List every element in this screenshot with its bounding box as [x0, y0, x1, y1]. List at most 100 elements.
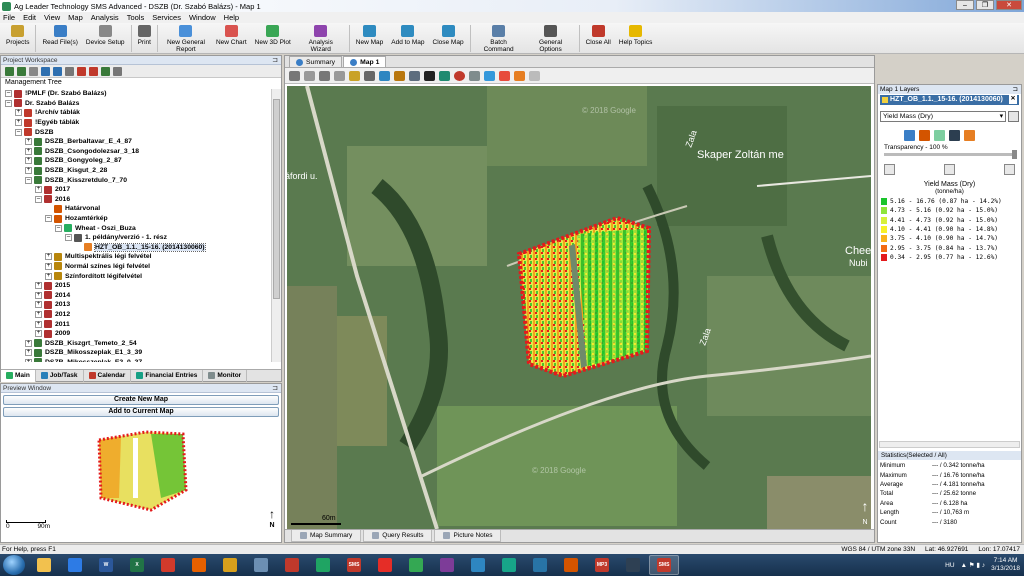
taskbar-app[interactable]: [432, 555, 462, 575]
transparency-slider[interactable]: [884, 150, 1017, 159]
expand-icon[interactable]: +: [45, 262, 52, 270]
menu-item-tools[interactable]: Tools: [127, 13, 145, 22]
record-icon[interactable]: [454, 70, 465, 81]
taskbar-app[interactable]: [29, 555, 59, 575]
expand-icon[interactable]: +: [25, 157, 32, 165]
refresh-icon[interactable]: [409, 70, 420, 81]
menu-item-view[interactable]: View: [44, 13, 60, 22]
tree-item[interactable]: – !PMLF (Dr. Szabó Balázs): [1, 89, 271, 99]
menu-item-edit[interactable]: Edit: [23, 13, 36, 22]
taskbar-app[interactable]: X: [122, 555, 152, 575]
layer-table-icon[interactable]: [944, 164, 955, 175]
menu-item-file[interactable]: File: [3, 13, 15, 22]
expand-icon[interactable]: +: [25, 339, 32, 347]
tree-item[interactable]: +2011: [1, 319, 271, 329]
add-farm-icon[interactable]: [89, 66, 98, 76]
tree-item[interactable]: – DSZB_Kisszretdulo_7_70: [1, 175, 271, 185]
tree-item[interactable]: + Színfordított légifelvétel: [1, 271, 271, 281]
pin-icon[interactable]: ⊐: [272, 56, 278, 65]
filter-icon[interactable]: [41, 66, 50, 76]
expand-icon[interactable]: +: [35, 301, 42, 309]
page-icon[interactable]: [529, 70, 540, 81]
tree-item[interactable]: – 2016: [1, 195, 271, 205]
device-setup-button[interactable]: Device Setup: [82, 23, 129, 46]
new-general-report-button[interactable]: New General Report: [160, 23, 212, 53]
scrollbar-thumb[interactable]: [273, 99, 280, 299]
expand-icon[interactable]: +: [15, 109, 22, 117]
projects-button[interactable]: Projects: [2, 23, 33, 46]
tree-item[interactable]: – Wheat - Oszi_Buza: [1, 223, 271, 233]
tree-item[interactable]: + DSZB_Mikosszeplak_E2_0_27: [1, 358, 271, 362]
minimize-button[interactable]: –: [956, 0, 974, 10]
taskbar-app[interactable]: [494, 555, 524, 575]
doc-tab-summary[interactable]: Summary: [289, 56, 343, 67]
measure-icon[interactable]: [364, 70, 375, 81]
layer-settings-icon[interactable]: [884, 164, 895, 175]
taskbar-app[interactable]: [215, 555, 245, 575]
start-button[interactable]: [3, 555, 25, 575]
tree-item[interactable]: – 1. példány/verzió - 1. rész: [1, 233, 271, 243]
slider-knob[interactable]: [1012, 150, 1017, 159]
collapse-icon[interactable]: [17, 66, 26, 76]
tree-item[interactable]: + DSZB_Csongodolezsar_3_18: [1, 147, 271, 157]
legend-scrollbar[interactable]: [879, 441, 1020, 448]
read-file-s--button[interactable]: Read File(s): [38, 23, 81, 46]
tree-item[interactable]: Határvonal: [1, 204, 271, 214]
add-field-icon[interactable]: [101, 66, 110, 76]
pin-icon[interactable]: ⊐: [1013, 85, 1018, 94]
taskbar-app[interactable]: SMS: [339, 555, 369, 575]
tree-item[interactable]: – Dr. Szabó Balázs: [1, 99, 271, 109]
pan-icon[interactable]: [349, 70, 360, 81]
layer-color-icon[interactable]: [919, 130, 930, 141]
taskbar-app[interactable]: [184, 555, 214, 575]
tab-map-summary[interactable]: Map Summary: [291, 530, 362, 542]
tree-item[interactable]: – Hozamtérkép: [1, 214, 271, 224]
expand-icon[interactable]: +: [35, 282, 42, 290]
doc-tab-map-1[interactable]: Map 1: [343, 56, 387, 67]
grid-icon[interactable]: [469, 70, 480, 81]
expand-icon[interactable]: +: [25, 147, 32, 155]
select-area-icon[interactable]: [304, 70, 315, 81]
collapse-icon[interactable]: –: [25, 176, 32, 184]
analysis-wizard-button[interactable]: Analysis Wizard: [295, 23, 347, 53]
maximize-button[interactable]: ❐: [976, 0, 994, 10]
tab-job-task[interactable]: Job/Task: [36, 369, 84, 382]
zoom-icon[interactable]: [334, 70, 345, 81]
taskbar-app[interactable]: [153, 555, 183, 575]
attribute-options-icon[interactable]: [1008, 111, 1019, 122]
layer-chart-icon[interactable]: [949, 130, 960, 141]
layer-name[interactable]: HZT_OB_1.1._15-16. (2014130060) ✕: [880, 95, 1019, 105]
expand-icon[interactable]: +: [25, 138, 32, 146]
taskbar-app[interactable]: [370, 555, 400, 575]
tree-item[interactable]: + DSZB_Kiszgrt_Temeto_2_54: [1, 338, 271, 348]
query-icon[interactable]: [484, 70, 495, 81]
globe-icon[interactable]: [439, 70, 450, 81]
tree-item[interactable]: +2012: [1, 310, 271, 320]
expand-icon[interactable]: +: [15, 119, 22, 127]
layer-pattern-icon[interactable]: [934, 130, 945, 141]
add-to-map-button[interactable]: Add to Map: [387, 23, 428, 46]
collapse-icon[interactable]: –: [55, 224, 62, 232]
filter-clear-icon[interactable]: [53, 66, 62, 76]
lasso-icon[interactable]: [319, 70, 330, 81]
satellite-map[interactable]: Skaper Zoltán me Zala Zala Chees Nubi áf…: [287, 86, 871, 529]
new-3d-plot-button[interactable]: New 3D Plot: [251, 23, 295, 46]
taskbar-app[interactable]: SMS: [649, 555, 679, 575]
tab-picture-notes[interactable]: Picture Notes: [434, 530, 502, 542]
expand-icon[interactable]: +: [35, 320, 42, 328]
tray-icons[interactable]: ▲ ⚑ ▮ ♪: [961, 561, 986, 569]
taskbar-app[interactable]: [277, 555, 307, 575]
taskbar-app[interactable]: [60, 555, 90, 575]
properties-icon[interactable]: [29, 66, 38, 76]
legend-row[interactable]: 2.95 - 3.75 (0.84 ha - 13.7%): [881, 243, 1021, 252]
expand-icon[interactable]: +: [45, 272, 52, 280]
tree-item[interactable]: +2013: [1, 300, 271, 310]
add-to-current-map-button[interactable]: Add to Current Map: [3, 407, 279, 417]
expand-icon[interactable]: +: [35, 310, 42, 318]
legend-row[interactable]: 4.10 - 4.41 (0.90 ha - 14.8%): [881, 225, 1021, 234]
collapse-icon[interactable]: –: [5, 90, 12, 98]
menu-item-window[interactable]: Window: [189, 13, 216, 22]
sort-icon[interactable]: [65, 66, 74, 76]
tree-item[interactable]: + !Egyéb táblák: [1, 118, 271, 128]
tree-item[interactable]: +2014: [1, 290, 271, 300]
